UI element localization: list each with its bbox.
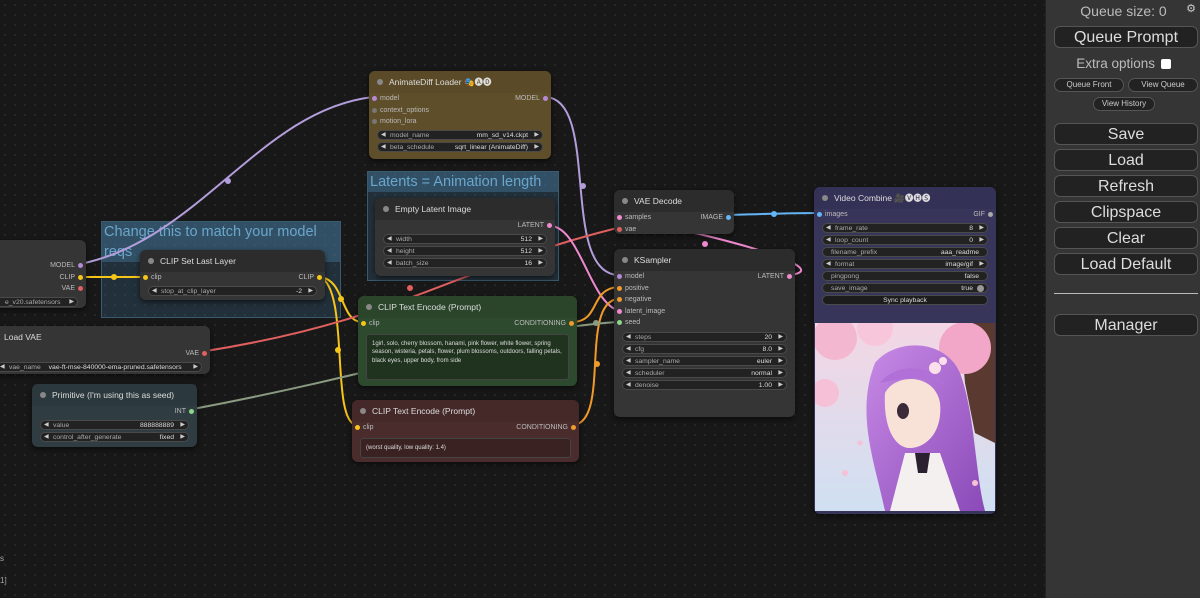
slot-in-seed[interactable]: seed: [614, 317, 795, 329]
slot-out-vae[interactable]: VAE: [0, 283, 86, 295]
node-video-combine[interactable]: Video Combine 🎥🅥🅗🅢 images GIF ◀ frame_rate…: [814, 187, 996, 514]
node-title: Primitive (I'm using this as seed): [32, 384, 197, 406]
slot-in-latent-image[interactable]: latent_image: [614, 306, 795, 318]
slot-in-context-options[interactable]: context_options: [369, 105, 551, 117]
slot-out-int[interactable]: INT: [32, 406, 197, 418]
widget-frame-rate[interactable]: ◀ frame_rate 8 ▶: [822, 222, 988, 233]
refresh-button[interactable]: Refresh: [1054, 175, 1198, 197]
widget-pingpong[interactable]: pingpong false: [822, 270, 988, 281]
queue-prompt-button[interactable]: Queue Prompt: [1054, 26, 1198, 48]
load-button[interactable]: Load: [1054, 149, 1198, 171]
node-title: VAE Decode: [614, 190, 734, 212]
widget-steps[interactable]: ◀ steps 20 ▶: [622, 331, 787, 342]
extra-options: Extra options: [1046, 56, 1200, 71]
sync-playback-button[interactable]: Sync playback: [822, 294, 988, 305]
node-ksampler[interactable]: KSampler model LATENT positive negative l…: [614, 249, 795, 417]
widget-denoise[interactable]: ◀ denoise 1.00 ▶: [622, 379, 787, 390]
node-empty-latent-image[interactable]: Empty Latent Image LATENT ◀ width 512 ▶ ◀ he…: [375, 198, 555, 276]
slot-in-samples[interactable]: samples IMAGE: [614, 212, 734, 224]
widget-ckpt-name[interactable]: e_v20.safetensors ▶: [0, 296, 78, 307]
view-history-button[interactable]: View History: [1093, 97, 1155, 111]
edge-text: s 1] 27: [0, 554, 7, 585]
slot-out-model[interactable]: MODEL: [0, 260, 86, 272]
slot-in-positive[interactable]: positive: [614, 283, 795, 295]
widget-model-name[interactable]: ◀ model_name mm_sd_v14.ckpt ▶: [377, 129, 543, 140]
node-clip-text-encode-negative[interactable]: CLIP Text Encode (Prompt) clip CONDITIONI…: [352, 400, 579, 462]
wire-cond-pos: [573, 286, 618, 323]
widget-vae-name[interactable]: ◀ vae_name vae-ft-mse-840000-ema-pruned.s…: [0, 361, 202, 372]
extra-options-checkbox[interactable]: [1160, 59, 1171, 70]
slot-out-latent[interactable]: LATENT: [375, 220, 555, 232]
node-vae-decode[interactable]: VAE Decode samples IMAGE vae: [614, 190, 734, 234]
slot-out-clip[interactable]: CLIP: [0, 272, 86, 284]
wire-image-to-video: [728, 212, 820, 216]
slot-out-vae[interactable]: VAE: [0, 348, 210, 360]
node-title: Video Combine 🎥🅥🅗🅢: [814, 187, 996, 209]
side-panel: Queue size: 0 ⚙ Queue Prompt Extra optio…: [1045, 0, 1200, 598]
divider: [1054, 293, 1198, 294]
node-title: AnimateDiff Loader 🎭🅐🅓: [369, 71, 551, 93]
widget-scheduler[interactable]: ◀ scheduler normal ▶: [622, 367, 787, 378]
node-title: CLIP Text Encode (Prompt): [358, 296, 577, 318]
manager-button[interactable]: Manager: [1054, 314, 1198, 336]
load-default-button[interactable]: Load Default: [1054, 253, 1198, 275]
widget-height[interactable]: ◀ height 512 ▶: [383, 245, 547, 256]
node-animatediff-loader[interactable]: AnimateDiff Loader 🎭🅐🅓 model MODEL contex…: [369, 71, 551, 159]
node-title: Empty Latent Image: [375, 198, 555, 220]
widget-beta-schedule[interactable]: ◀ beta_schedule sqrt_linear (AnimateDiff) ▶: [377, 141, 543, 152]
slot-in-clip[interactable]: clip CONDITIONING: [352, 422, 579, 434]
widget-format[interactable]: ◀ format image/gif ▶: [822, 258, 988, 269]
node-load-vae[interactable]: Load VAE VAE ◀ vae_name vae-ft-mse-840000…: [0, 326, 210, 374]
node-clip-text-encode-positive[interactable]: CLIP Text Encode (Prompt) clip CONDITIONI…: [358, 296, 577, 386]
node-title: KSampler: [614, 249, 795, 271]
node-title: CLIP Set Last Layer: [140, 250, 325, 272]
slot-in-clip[interactable]: clip CLIP: [140, 272, 325, 284]
toggle-icon: [977, 284, 984, 292]
prompt-textarea[interactable]: 1girl, solo, cherry blossom, hanami, pin…: [366, 333, 569, 380]
widget-filename-prefix[interactable]: filename_prefix aaa_readme: [822, 246, 988, 257]
group-latents-title: Latents = Animation length: [368, 172, 558, 192]
node-primitive[interactable]: Primitive (I'm using this as seed) INT ◀…: [32, 384, 197, 447]
slot-in-vae[interactable]: vae: [614, 224, 734, 236]
slot-in-model[interactable]: model LATENT: [614, 271, 795, 283]
node-clip-set-last-layer[interactable]: CLIP Set Last Layer clip CLIP ◀ stop_at_cl…: [140, 250, 325, 300]
view-queue-button[interactable]: View Queue: [1128, 78, 1198, 92]
save-button[interactable]: Save: [1054, 123, 1198, 145]
widget-stop-at-clip-layer[interactable]: ◀ stop_at_clip_layer -2 ▶: [148, 285, 317, 296]
queue-front-button[interactable]: Queue Front: [1054, 78, 1124, 92]
queue-size: Queue size: 0: [1080, 3, 1167, 19]
clipspace-button[interactable]: Clipspace: [1054, 201, 1198, 223]
widget-loop-count[interactable]: ◀ loop_count 0 ▶: [822, 234, 988, 245]
slot-in-images[interactable]: images GIF: [814, 209, 996, 221]
prompt-textarea[interactable]: (worst quality, low quality: 1.4): [360, 437, 571, 458]
widget-control-after-generate[interactable]: ◀ control_after_generate fixed ▶: [40, 431, 189, 442]
settings-gear-icon[interactable]: ⚙: [1186, 2, 1196, 15]
node-title: Load VAE: [0, 326, 210, 348]
slot-in-model[interactable]: model MODEL: [369, 93, 551, 105]
widget-save-image[interactable]: save_image true: [822, 282, 988, 293]
wire-cond-neg: [573, 298, 618, 426]
widget-sampler-name[interactable]: ◀ sampler_name euler ▶: [622, 355, 787, 366]
clear-button[interactable]: Clear: [1054, 227, 1198, 249]
node-title: CLIP Text Encode (Prompt): [352, 400, 579, 422]
preview-image: [815, 323, 995, 511]
slot-in-motion-lora[interactable]: motion_lora: [369, 116, 551, 128]
widget-width[interactable]: ◀ width 512 ▶: [383, 233, 547, 244]
slot-in-negative[interactable]: negative: [614, 294, 795, 306]
widget-cfg[interactable]: ◀ cfg 8.0 ▶: [622, 343, 787, 354]
widget-value[interactable]: ◀ value 888888889 ▶: [40, 419, 189, 430]
widget-batch-size[interactable]: ◀ batch_size 16 ▶: [383, 257, 547, 268]
node-checkpoint-loader[interactable]: MODEL CLIP VAE e_v20.safetensors ▶: [0, 240, 86, 308]
slot-in-clip[interactable]: clip CONDITIONING: [358, 318, 577, 330]
